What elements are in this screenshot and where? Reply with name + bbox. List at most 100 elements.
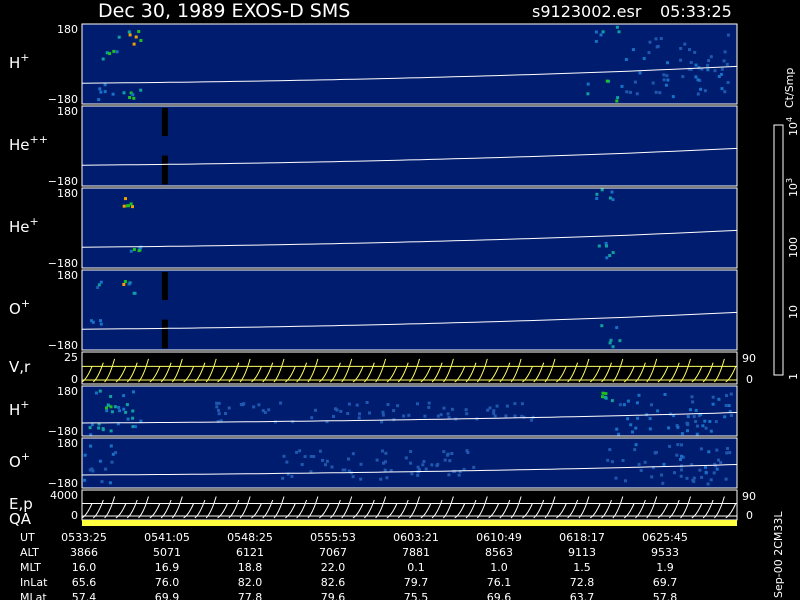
cell-ut: 0541:05 bbox=[144, 531, 190, 544]
row-label-alt: ALT bbox=[20, 546, 39, 559]
label-superscript: ++ bbox=[30, 133, 48, 146]
heat-cell bbox=[648, 40, 652, 44]
heat-cell bbox=[688, 48, 691, 52]
heat-cell bbox=[330, 465, 334, 469]
heat-cell bbox=[111, 452, 115, 456]
cell-alt: 6121 bbox=[236, 546, 264, 559]
heat-cell bbox=[625, 90, 629, 94]
heat-cell bbox=[89, 444, 93, 448]
heat-cell bbox=[134, 35, 138, 39]
heat-cell bbox=[639, 469, 643, 472]
heat-cell bbox=[341, 468, 345, 472]
heat-cell bbox=[711, 395, 715, 399]
heat-cell bbox=[694, 408, 698, 412]
heat-cell bbox=[332, 415, 335, 418]
panel-ep: 90040000E,p bbox=[9, 489, 756, 522]
heat-cell bbox=[706, 63, 710, 67]
heat-cell bbox=[706, 482, 710, 486]
heat-cell bbox=[609, 338, 613, 342]
heat-cell bbox=[125, 403, 129, 407]
heat-cell bbox=[101, 428, 105, 432]
heat-cell bbox=[679, 47, 683, 50]
heat-cell bbox=[704, 471, 708, 475]
label-superscript: + bbox=[21, 450, 30, 463]
y-axis-max: 180 bbox=[57, 437, 78, 450]
right-axis-max: 90 bbox=[742, 490, 756, 503]
cell-ut: 0610:49 bbox=[476, 531, 522, 544]
heat-cell bbox=[375, 458, 379, 462]
heat-cell bbox=[99, 322, 103, 326]
heat-cell bbox=[109, 444, 113, 448]
heat-cell bbox=[112, 49, 116, 53]
cell-mlt: 0.1 bbox=[407, 561, 425, 574]
cell-mlat: 57.8 bbox=[653, 591, 678, 600]
heat-cell bbox=[673, 471, 676, 475]
heat-cell bbox=[303, 455, 307, 459]
heat-cell bbox=[300, 463, 304, 466]
cell-inlat: 79.7 bbox=[404, 576, 429, 589]
heat-cell bbox=[725, 62, 729, 66]
heat-cell bbox=[97, 98, 101, 102]
data-gap bbox=[161, 272, 168, 300]
heat-cell bbox=[383, 468, 387, 472]
heat-cell bbox=[281, 476, 285, 480]
heat-cell bbox=[131, 416, 135, 420]
heat-cell bbox=[724, 404, 728, 407]
colorbar-tick: 1 bbox=[787, 373, 800, 380]
heat-cell bbox=[608, 254, 612, 257]
cell-inlat: 76.0 bbox=[155, 576, 180, 589]
heat-cell bbox=[424, 467, 428, 471]
heat-cell bbox=[279, 401, 283, 405]
heat-cell bbox=[635, 401, 639, 405]
heat-cell bbox=[435, 464, 439, 468]
heat-cell bbox=[111, 92, 115, 96]
heat-cell bbox=[465, 412, 469, 416]
heat-cell bbox=[679, 458, 682, 461]
heat-cell bbox=[132, 390, 135, 394]
row-label-mlt: MLT bbox=[20, 561, 41, 574]
cell-mlat: 69.9 bbox=[155, 591, 180, 600]
heat-cell bbox=[724, 477, 728, 481]
heat-cell bbox=[430, 463, 434, 467]
heat-cell bbox=[722, 59, 726, 63]
colorbar-tick: 10 bbox=[787, 305, 800, 319]
heat-cell bbox=[97, 283, 101, 287]
heat-cell bbox=[666, 78, 670, 82]
heat-cell bbox=[600, 188, 604, 192]
cell-mlat: 75.5 bbox=[404, 591, 429, 600]
heat-cell bbox=[679, 58, 683, 62]
heat-cell bbox=[346, 412, 350, 415]
panel-heplus: 180−180He+ bbox=[9, 187, 738, 270]
heat-cell bbox=[662, 73, 666, 77]
heat-cell bbox=[611, 345, 615, 349]
right-axis-min: 0 bbox=[746, 509, 753, 522]
heat-cell bbox=[606, 458, 610, 462]
heat-cell bbox=[381, 413, 385, 417]
heat-cell bbox=[586, 82, 590, 86]
heat-cell bbox=[97, 426, 101, 430]
heat-cell bbox=[504, 414, 508, 418]
heat-cell bbox=[676, 425, 680, 429]
heat-cell bbox=[407, 413, 411, 417]
y-axis-max: 25 bbox=[64, 351, 78, 364]
heat-cell bbox=[698, 468, 702, 472]
y-axis-max: 180 bbox=[57, 105, 78, 118]
heat-cell bbox=[631, 430, 634, 434]
heat-cell bbox=[728, 451, 732, 455]
heat-cell bbox=[96, 286, 100, 289]
heat-cell bbox=[600, 324, 604, 328]
heat-cell bbox=[224, 412, 227, 415]
heat-cell bbox=[660, 473, 664, 477]
heat-cell bbox=[680, 443, 683, 447]
heat-cell bbox=[446, 412, 450, 416]
heat-cell bbox=[239, 403, 243, 406]
heat-cell bbox=[689, 408, 692, 412]
heat-cell bbox=[723, 415, 727, 419]
heat-cell bbox=[637, 462, 641, 466]
heat-cell bbox=[601, 30, 605, 34]
heat-cell bbox=[117, 35, 121, 39]
heat-cell bbox=[720, 67, 724, 71]
heat-cell bbox=[427, 405, 431, 409]
heat-cell bbox=[90, 467, 94, 471]
heat-cell bbox=[357, 416, 361, 420]
